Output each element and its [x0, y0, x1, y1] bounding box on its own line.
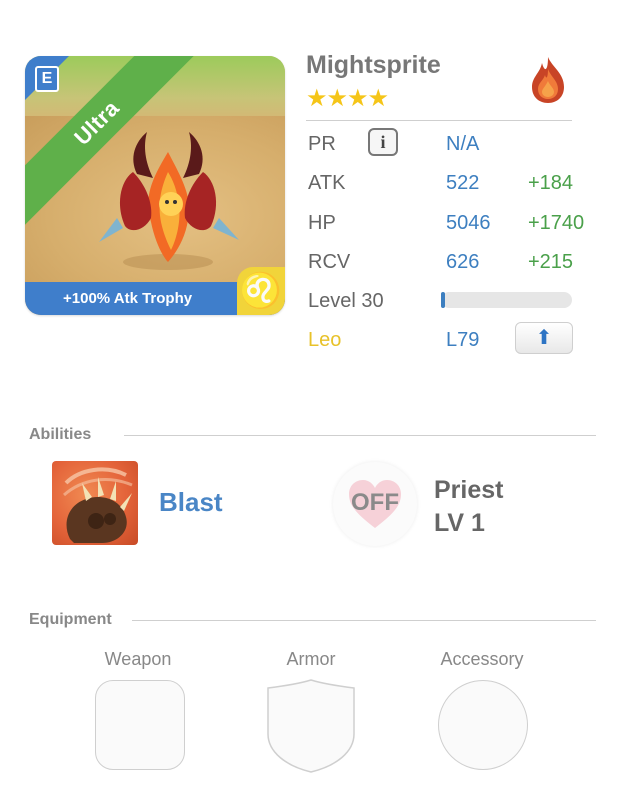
rcv-label: RCV — [308, 251, 351, 273]
header-divider — [306, 120, 572, 121]
atk-bonus: +184 — [528, 172, 574, 194]
class-name: Priest — [434, 476, 504, 504]
level-up-button[interactable]: ⬆ — [515, 322, 573, 354]
monster-card[interactable]: Ultra E +100% Atk Trophy ♌ — [25, 56, 285, 315]
edit-icon[interactable]: E — [35, 66, 59, 92]
zodiac-sign-label: Leo — [308, 329, 342, 351]
armor-label: Armor — [286, 649, 336, 669]
info-button[interactable]: i — [368, 128, 398, 156]
arrow-up-icon: ⬆ — [535, 327, 553, 349]
weapon-label: Weapon — [104, 649, 172, 669]
monster-portrait — [99, 132, 239, 270]
pr-value: N/A — [446, 133, 480, 155]
skill-toggle-button[interactable]: OFF — [333, 462, 417, 546]
claw-icon — [63, 467, 133, 543]
toggle-state-label: OFF — [351, 489, 399, 516]
hp-bonus: +1740 — [528, 212, 585, 234]
abilities-divider — [124, 435, 596, 436]
star-rating: ★★★★ — [306, 85, 389, 112]
fire-element-icon — [532, 57, 564, 103]
hp-value: 5046 — [446, 212, 491, 234]
level-progress-fill — [441, 292, 445, 308]
accessory-slot[interactable] — [438, 680, 528, 770]
equipment-divider — [132, 620, 596, 621]
accessory-label: Accessory — [440, 649, 524, 669]
atk-label: ATK — [308, 172, 346, 194]
rcv-bonus: +215 — [528, 251, 574, 273]
pr-label: PR — [308, 133, 336, 155]
level-progress-bar — [441, 292, 572, 308]
armor-slot[interactable] — [266, 678, 356, 774]
zodiac-level-value: L79 — [446, 329, 480, 351]
rcv-value: 626 — [446, 251, 480, 273]
weapon-slot[interactable] — [95, 680, 185, 770]
atk-value: 522 — [446, 172, 480, 194]
hp-label: HP — [308, 212, 336, 234]
claw-skill-icon[interactable] — [52, 461, 138, 545]
monster-name: Mightsprite — [306, 51, 441, 79]
leo-zodiac-icon: ♌ — [237, 267, 285, 315]
class-level: LV 1 — [434, 509, 485, 537]
equipment-title: Equipment — [29, 611, 112, 628]
level-label: Level 30 — [308, 290, 384, 312]
skill-name[interactable]: Blast — [159, 487, 223, 518]
abilities-title: Abilities — [29, 426, 92, 443]
